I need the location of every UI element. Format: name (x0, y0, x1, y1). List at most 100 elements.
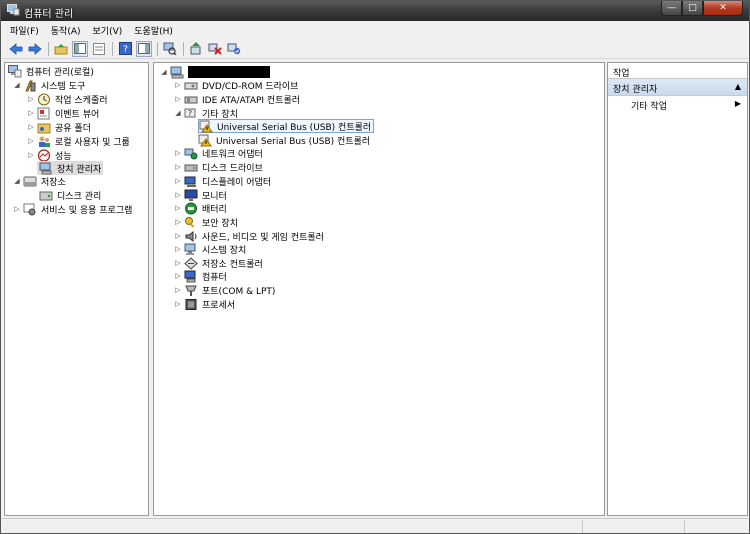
device-category-storage-controllers[interactable]: ▷ 저장소 컨트롤러 (174, 256, 263, 270)
more-actions-item[interactable]: 기타 작업 ▶ (608, 96, 747, 112)
tree-item-local-users-groups[interactable]: ▷ 로컬 사용자 및 그룹 (27, 134, 130, 148)
actions-group-label: 장치 관리자 (613, 85, 658, 95)
up-one-level-button[interactable] (53, 41, 69, 57)
device-category-security[interactable]: ▷ 보안 장치 (174, 215, 238, 229)
show-hide-action-pane-button[interactable] (136, 40, 152, 57)
tree-item-computer-management[interactable]: 컴퓨터 관리(로컬) (8, 64, 94, 78)
menu-file[interactable]: 파일(F) (10, 24, 39, 37)
actions-group-device-manager[interactable]: 장치 관리자 ▲ (608, 79, 747, 96)
collapse-arrow-icon[interactable]: ◢ (160, 68, 168, 76)
expand-arrow-icon[interactable]: ▷ (174, 81, 182, 89)
device-category-battery[interactable]: ▷ 배터리 (174, 201, 227, 215)
device-category-disk[interactable]: ▷ 디스크 드라이브 (174, 160, 263, 174)
uninstall-device-button[interactable] (207, 41, 223, 57)
computer-management-window: 컴퓨터 관리 — □ ✕ 파일(F) 동작(A) 보기(V) 도움말(H) ? … (0, 0, 750, 534)
tree-item-task-scheduler[interactable]: ▷ 작업 스케줄러 (27, 92, 108, 106)
device-label: 사운드, 비디오 및 게임 컨트롤러 (202, 232, 324, 243)
help-button[interactable]: ? (117, 41, 133, 57)
expand-arrow-icon[interactable]: ▷ (27, 95, 35, 103)
tree-item-system-tools[interactable]: ◢ 시스템 도구 (13, 78, 85, 92)
expand-arrow-icon[interactable]: ▷ (174, 232, 182, 240)
device-usb-controller-1[interactable]: Universal Serial Bus (USB) 컨트롤러 (198, 119, 375, 133)
expand-arrow-icon[interactable]: ▷ (27, 109, 35, 117)
device-category-dvd[interactable]: ▷ DVD/CD-ROM 드라이브 (174, 78, 298, 92)
speaker-icon (184, 230, 198, 243)
expand-arrow-icon[interactable]: ▷ (174, 259, 182, 267)
maximize-button[interactable]: □ (682, 1, 703, 16)
expand-arrow-icon[interactable]: ▷ (174, 204, 182, 212)
console-tree-pane[interactable]: 컴퓨터 관리(로컬) ◢ 시스템 도구 ▷ 작업 스케줄러 ▷ 이벤트 뷰어 ▷ (4, 62, 149, 516)
show-hide-console-tree-button[interactable] (72, 40, 88, 57)
tree-label: 성능 (55, 151, 72, 162)
expand-arrow-icon[interactable]: ▷ (174, 95, 182, 103)
device-category-other[interactable]: ◢ ? 기타 장치 (174, 106, 238, 120)
tree-item-disk-management[interactable]: 디스크 관리 (37, 188, 101, 202)
device-tree-pane[interactable]: ◢ ▷ DVD/CD-ROM 드라이브 ▷ IDE ATA/ATAPI 컨트롤러… (153, 62, 605, 516)
tree-item-storage[interactable]: ◢ 저장소 (13, 174, 66, 188)
device-usb-controller-2[interactable]: Universal Serial Bus (USB) 컨트롤러 (198, 133, 370, 147)
disk-management-icon (39, 189, 53, 202)
network-adapter-icon (184, 147, 198, 160)
expand-arrow-icon[interactable]: ▷ (27, 123, 35, 131)
collapse-arrow-icon[interactable]: ◢ (174, 109, 182, 117)
expand-arrow-icon[interactable]: ▷ (174, 149, 182, 157)
actions-header: 작업 (608, 63, 747, 79)
tree-label: 장치 관리자 (57, 164, 102, 175)
tree-label: 이벤트 뷰어 (55, 109, 100, 120)
device-category-ide[interactable]: ▷ IDE ATA/ATAPI 컨트롤러 (174, 92, 300, 106)
console-tree-icon (74, 43, 86, 54)
status-bar-divider (684, 520, 685, 533)
tree-item-performance[interactable]: ▷ 성능 (27, 148, 72, 162)
help-icon: ? (118, 42, 132, 55)
tree-item-event-viewer[interactable]: ▷ 이벤트 뷰어 (27, 106, 99, 120)
display-adapter-icon (184, 175, 198, 188)
collapse-arrow-icon[interactable]: ◢ (13, 177, 21, 185)
expand-arrow-icon[interactable]: ▷ (174, 177, 182, 185)
expand-arrow-icon[interactable]: ▷ (174, 163, 182, 171)
device-label: Universal Serial Bus (USB) 컨트롤러 (216, 136, 371, 147)
device-category-processor[interactable]: ▷ 프로세서 (174, 297, 235, 311)
expand-arrow-icon[interactable]: ▷ (174, 286, 182, 294)
back-button[interactable] (8, 41, 24, 57)
expand-arrow-icon[interactable]: ▷ (27, 151, 35, 159)
tree-item-services-applications[interactable]: ▷ 서비스 및 응용 프로그램 (13, 202, 132, 216)
disk-drive-icon (184, 161, 198, 174)
minimize-button[interactable]: — (661, 1, 682, 16)
update-driver-button[interactable] (188, 41, 204, 57)
menu-view[interactable]: 보기(V) (93, 24, 123, 37)
export-list-button[interactable] (91, 41, 107, 57)
expand-arrow-icon[interactable]: ▷ (13, 205, 21, 213)
expand-arrow-icon[interactable]: ▷ (174, 272, 182, 280)
collapse-caret-icon[interactable]: ▲ (735, 82, 741, 91)
menu-help[interactable]: 도움말(H) (134, 24, 173, 37)
tree-label: 서비스 및 응용 프로그램 (41, 205, 133, 216)
svg-text:?: ? (188, 109, 192, 118)
toolbar-separator (183, 41, 184, 56)
collapse-arrow-icon[interactable]: ◢ (13, 81, 21, 89)
forward-button[interactable] (27, 41, 43, 57)
device-category-ports[interactable]: ▷ 포트(COM & LPT) (174, 283, 275, 297)
enable-device-button[interactable] (226, 41, 242, 57)
computer-icon (184, 270, 198, 283)
device-category-display[interactable]: ▷ 디스플레이 어댑터 (174, 174, 271, 188)
expand-arrow-icon[interactable]: ▷ (174, 191, 182, 199)
scan-hardware-icon (163, 42, 177, 55)
device-category-monitor[interactable]: ▷ 모니터 (174, 188, 227, 202)
menu-action[interactable]: 동작(A) (51, 24, 81, 37)
device-category-computer[interactable]: ▷ 컴퓨터 (174, 269, 227, 283)
tree-item-shared-folders[interactable]: ▷ 공유 폴더 (27, 120, 91, 134)
expand-arrow-icon[interactable]: ▷ (174, 218, 182, 226)
expand-arrow-icon[interactable]: ▷ (27, 137, 35, 145)
expand-arrow-icon[interactable]: ▷ (174, 300, 182, 308)
close-button[interactable]: ✕ (703, 1, 743, 16)
device-category-network[interactable]: ▷ 네트워크 어댑터 (174, 146, 263, 160)
expand-arrow-icon[interactable]: ▷ (174, 245, 182, 253)
storage-controller-icon (184, 256, 198, 270)
tree-item-device-manager[interactable]: 장치 관리자 (37, 161, 104, 175)
device-category-sound[interactable]: ▷ 사운드, 비디오 및 게임 컨트롤러 (174, 229, 324, 243)
device-label: 포트(COM & LPT) (202, 286, 276, 297)
warning-device-icon (199, 120, 213, 133)
device-root[interactable]: ◢ (160, 65, 270, 79)
scan-hardware-button[interactable] (162, 41, 178, 57)
device-category-system[interactable]: ▷ 시스템 장치 (174, 242, 246, 256)
